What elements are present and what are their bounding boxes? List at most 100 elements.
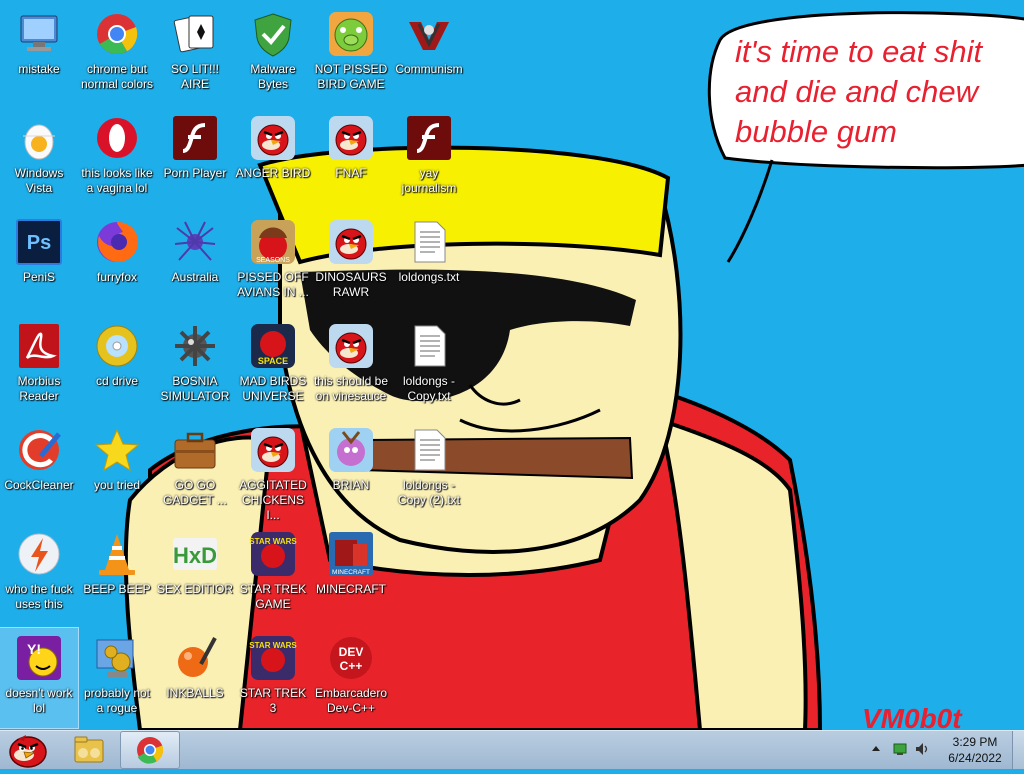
text-file-icon [414,325,446,367]
desktop-icon[interactable]: Y! doesn't work lol [0,627,79,729]
desktop-icon[interactable]: cd drive [78,316,156,416]
desktop-icon-label: BOSNIA SIMULATOR [160,374,230,403]
desktop-icon[interactable]: SEASONS PISSED OFF AVIANS IN ... [234,212,312,312]
volume-icon[interactable] [914,741,930,757]
desktop-icon[interactable]: loldongs.txt [390,212,468,312]
bolt-icon [18,533,60,575]
desktop-icon-label: DINOSAURS RAWR [315,270,387,299]
desktop-icon[interactable]: loldongs - Copy (2).txt [390,420,468,520]
desktop-icon-label: loldongs.txt [398,270,460,284]
desktop-icon-label: chrome but normal colors [80,62,154,91]
angry-bird-icon [329,116,373,160]
desktop-icon[interactable]: Windows Vista [0,108,78,208]
desktop-icon-label: Windows Vista [14,166,64,195]
angry-birds-space-icon: SPACE [251,324,295,368]
desktop-icon[interactable]: FNAF [312,108,390,208]
taskbar-explorer-button[interactable] [66,731,112,769]
desktop-icon-label: Communism [395,62,463,76]
desktop-icon[interactable]: BRIAN [312,420,390,520]
red-emblem-icon [409,22,449,50]
ccleaner-icon [19,430,61,470]
desktop-icon[interactable]: probably not a rogue [78,628,156,728]
green-pig-icon [329,12,373,56]
desktop-icon[interactable]: mistake [0,4,78,104]
solitaire-cards-icon [173,15,214,53]
clock[interactable]: 3:29 PM 6/24/2022 [940,734,1010,766]
desktop-icon[interactable]: DEV C++ Embarcadero Dev-C++ [312,628,390,728]
desktop-icon-label: loldongs - Copy.txt [402,374,456,403]
desktop-icon[interactable]: you tried [78,420,156,520]
desktop-icon[interactable]: this looks like a vagina lol [78,108,156,208]
desktop-icon[interactable]: INKBALLS [156,628,234,728]
desktop-icon[interactable]: chrome but normal colors [78,4,156,104]
taskbar-chrome-button[interactable] [120,731,180,769]
desktop-icon-label: Porn Player [163,166,227,180]
explorer-icon [74,736,104,763]
angry-birds-star-wars-icon: STAR WARS [249,636,297,680]
network-icon[interactable] [892,741,908,757]
angry-bird-start-icon [9,735,47,768]
spider-solitaire-icon [174,221,216,261]
desktop-icon[interactable]: Ps PeniS [0,212,78,312]
desktop-icon-label: CockCleaner [4,478,74,492]
desktop-icon[interactable]: furryfox [78,212,156,312]
desktop-icon[interactable]: Australia [156,212,234,312]
text-file-icon [414,429,446,471]
cd-icon [96,325,138,367]
desktop-icon-label: PeniS [22,270,56,284]
desktop-icon-label: who the fuck uses this [5,582,73,611]
desktop-icon[interactable]: STAR WARS STAR TREK GAME [234,524,312,624]
desktop-icon[interactable]: Porn Player [156,108,234,208]
clock-time: 3:29 PM [952,735,998,749]
desktop-icon[interactable]: HxD SEX EDITIOR [156,524,234,624]
show-hidden-icon[interactable] [868,741,884,757]
desktop-icon-label: GO GO GADGET ... [163,478,227,507]
desktop-icon-label: ANGER BIRD [235,166,311,180]
egg-icon [23,124,55,160]
desktop-icon[interactable]: loldongs - Copy.txt [390,316,468,416]
desktop-icon-label: PISSED OFF AVIANS IN ... [237,270,309,299]
svg-text:Y!: Y! [27,641,41,657]
desktop-icon[interactable]: Communism [390,4,468,104]
desktop-icon-label: yay journalism [401,166,457,195]
desktop-icon[interactable]: ANGER BIRD [234,108,312,208]
desktop-icon[interactable]: CockCleaner [0,420,78,520]
desktop-icon[interactable]: BEEP BEEP [78,524,156,624]
desktop-icon-label: BRIAN [332,478,370,492]
desktop-icon[interactable]: who the fuck uses this [0,524,78,624]
desktop-icon[interactable]: MINECRAFT MINECRAFT [312,524,390,624]
desktop-icon[interactable]: Morbius Reader [0,316,78,416]
desktop-icon[interactable]: BOSNIA SIMULATOR [156,316,234,416]
desktop-icon[interactable]: STAR WARS STAR TREK 3 [234,628,312,728]
chrome-icon [97,14,138,54]
start-button[interactable] [4,731,52,769]
photoshop-icon: Ps [16,219,62,265]
desktop-icon[interactable]: AGGITATED CHICKENS I... [234,420,312,522]
desktop-icon[interactable]: Malware Bytes [234,4,312,104]
speech-line-1: it's time to eat shit [735,34,984,69]
desktop-icon[interactable]: GO GO GADGET ... [156,420,234,520]
desktop-icon-label: probably not a rogue [83,686,151,715]
acrobat-icon [19,324,59,368]
desktop-icon[interactable]: SPACE MAD BIRDS UNIVERSE [234,316,312,416]
svg-text:STAR WARS: STAR WARS [249,641,297,650]
desktop-icon-label: STAR TREK 3 [239,686,307,715]
angry-bird-icon [329,220,373,264]
show-desktop-button[interactable] [1012,731,1024,769]
desktop-icon-label: STAR TREK GAME [239,582,307,611]
desktop-icon[interactable]: SO LIT!!! AIRE [156,4,234,104]
svg-text:DEV: DEV [339,645,364,659]
desktop-icon[interactable]: DINOSAURS RAWR [312,212,390,312]
svg-text:STAR WARS: STAR WARS [249,537,297,546]
desktop-icon-label: you tried [93,478,141,492]
desktop-icon-label: INKBALLS [166,686,224,700]
mine-icon [175,326,215,366]
desktop-icon[interactable]: NOT PISSED BIRD GAME [312,4,390,104]
desktop-icon[interactable]: this should be on vinesauce [312,316,390,416]
opera-icon [97,118,137,158]
desktop-icon-label: cd drive [95,374,139,388]
desktop-icon-label: MINECRAFT [316,582,386,596]
angry-birds-seasons-icon: SEASONS [251,220,295,264]
desktop-icon-label: this looks like a vagina lol [81,166,153,195]
desktop-icon[interactable]: yay journalism [390,108,468,208]
